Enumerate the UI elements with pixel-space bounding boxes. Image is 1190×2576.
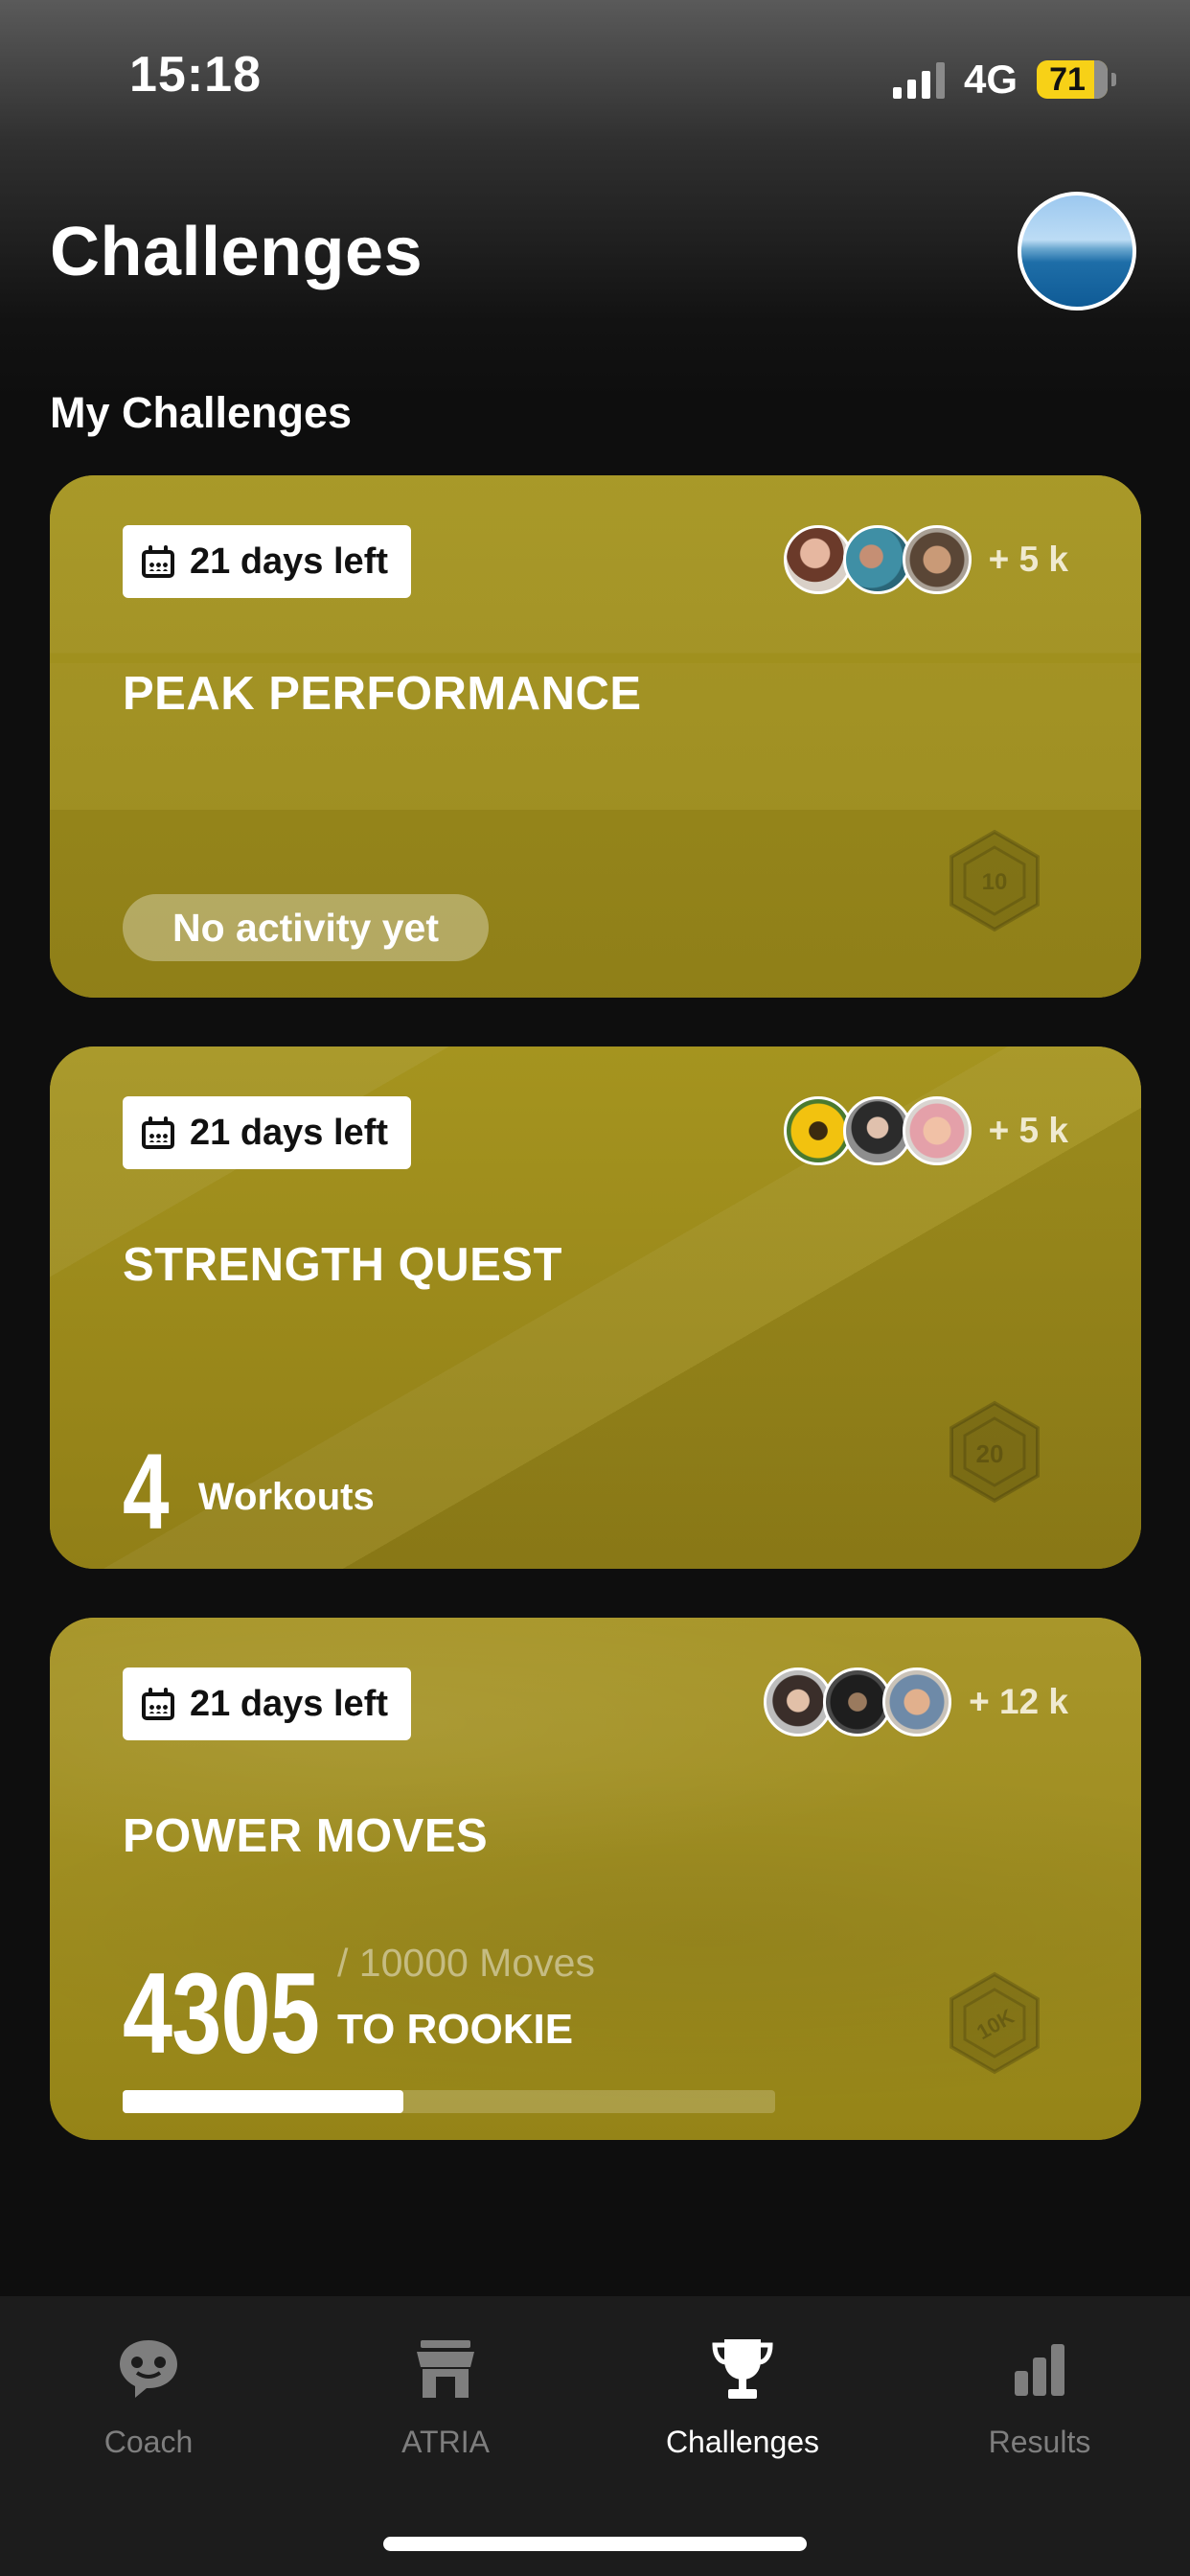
tab-coach[interactable]: Coach <box>0 2296 297 2488</box>
tab-results[interactable]: Results <box>891 2296 1188 2488</box>
store-icon <box>407 2331 484 2407</box>
tab-label: Coach <box>103 2425 194 2459</box>
calendar-icon <box>142 1688 174 1720</box>
coach-bubble-icon <box>110 2331 187 2407</box>
tab-label: Challenges <box>665 2425 820 2459</box>
days-left-badge: 21 days left <box>123 1096 411 1169</box>
participants-count: + 12 k <box>969 1682 1068 1721</box>
challenge-card-power-moves[interactable]: 21 days left + 12 k POWER MOVES 4305 / 1… <box>50 1618 1141 2140</box>
participant-avatar <box>902 525 972 594</box>
challenge-card-peak-performance[interactable]: 21 days left + 5 k PEAK PERFORMANCE No a… <box>50 475 1141 998</box>
challenge-title: PEAK PERFORMANCE <box>123 668 642 720</box>
section-title: My Challenges <box>50 388 353 437</box>
medal-label: 20 <box>976 1439 1004 1468</box>
days-left-text: 21 days left <box>190 1112 388 1153</box>
bar-chart-icon <box>1001 2331 1078 2407</box>
tab-bar: Coach ATRIA Challenges Results <box>0 2296 1190 2576</box>
trophy-icon <box>704 2331 781 2407</box>
cellular-signal-icon <box>892 60 945 99</box>
network-type: 4G <box>963 57 1018 102</box>
workouts-unit: Workouts <box>198 1476 375 1518</box>
tab-challenges[interactable]: Challenges <box>594 2296 891 2488</box>
participants-group: + 5 k <box>783 1094 1068 1167</box>
days-left-badge: 21 days left <box>123 525 411 598</box>
tab-label: ATRIA <box>401 2425 490 2459</box>
tab-label: Results <box>988 2425 1091 2459</box>
moves-count: 4305 <box>123 1949 320 2078</box>
days-left-badge: 21 days left <box>123 1668 411 1740</box>
battery-icon: 71 <box>1037 60 1116 99</box>
medal-badge-icon: 10 <box>950 829 1040 932</box>
participants-count: + 5 k <box>988 1111 1068 1150</box>
progress-bar <box>123 2090 775 2113</box>
medal-label: 10 <box>982 869 1008 895</box>
calendar-icon <box>142 545 174 578</box>
participant-avatar <box>882 1668 952 1736</box>
progress-fill <box>123 2090 403 2113</box>
days-left-text: 21 days left <box>190 540 388 582</box>
moves-goal: / 10000 Moves <box>337 1941 595 1985</box>
tab-atria[interactable]: ATRIA <box>297 2296 594 2488</box>
status-indicators: 4G 71 <box>892 56 1116 104</box>
goal-label: TO ROOKIE <box>337 2006 574 2053</box>
status-time: 15:18 <box>129 47 262 103</box>
participant-avatar <box>842 1096 912 1165</box>
medal-badge-icon: 10K <box>950 1971 1040 2075</box>
challenge-card-strength-quest[interactable]: 21 days left + 5 k STRENGTH QUEST 4 Work… <box>50 1046 1141 1569</box>
participants-group: + 12 k <box>764 1666 1068 1738</box>
participant-avatar <box>783 1096 853 1165</box>
page-title: Challenges <box>50 214 423 290</box>
participants-group: + 5 k <box>783 523 1068 596</box>
profile-avatar[interactable] <box>1018 192 1136 310</box>
activity-status: No activity yet <box>123 894 489 961</box>
challenge-title: POWER MOVES <box>123 1810 489 1862</box>
calendar-icon <box>142 1116 174 1149</box>
medal-badge-icon: 20 <box>950 1400 1040 1504</box>
participant-avatar <box>902 1096 972 1165</box>
home-indicator[interactable] <box>383 2537 807 2551</box>
participant-avatar <box>842 525 912 594</box>
days-left-text: 21 days left <box>190 1683 388 1724</box>
participants-count: + 5 k <box>988 540 1068 579</box>
participant-avatar <box>783 525 853 594</box>
challenge-title: STRENGTH QUEST <box>123 1239 562 1291</box>
workouts-count: 4 <box>123 1432 170 1552</box>
battery-level: 71 <box>1049 60 1086 98</box>
